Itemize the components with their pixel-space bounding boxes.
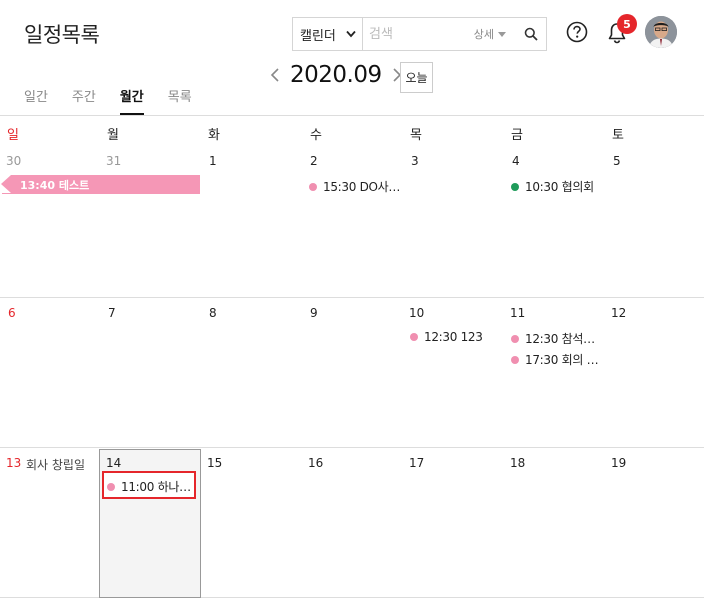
search-icon xyxy=(524,27,538,41)
event-label: 12:30 123 xyxy=(424,330,483,344)
multi-day-event-bar[interactable]: 13:40 테스트 xyxy=(1,175,200,194)
caret-down-icon xyxy=(498,31,506,37)
day-cell[interactable]: 12 xyxy=(605,298,704,447)
event-item[interactable]: 17:30 회의 … xyxy=(511,351,599,368)
day-cell[interactable]: 8 xyxy=(201,298,302,447)
day-number: 6 xyxy=(8,306,16,320)
event-label: 15:30 DO사… xyxy=(323,180,401,194)
detail-label: 상세 xyxy=(473,28,494,41)
chevron-down-icon xyxy=(346,30,356,38)
event-label: 11:00 하나… xyxy=(121,480,191,494)
day-cell[interactable]: 3 xyxy=(403,146,504,297)
day-cell[interactable]: 7 xyxy=(100,298,201,447)
event-color-dot xyxy=(309,182,317,191)
day-cell[interactable]: 4 xyxy=(504,146,605,297)
day-cell[interactable]: 5 xyxy=(605,146,704,297)
tab-daily[interactable]: 일간 xyxy=(24,86,48,115)
day-number: 17 xyxy=(409,456,425,470)
day-number: 4 xyxy=(512,154,520,168)
event-label: 12:30 참석… xyxy=(525,332,595,346)
notification-badge: 5 xyxy=(617,14,637,34)
day-cell[interactable]: 13 회사 창립일 xyxy=(0,448,100,597)
detail-search-button[interactable]: 상세 xyxy=(474,26,516,42)
user-photo-icon xyxy=(645,16,677,48)
weekday-tue: 화 xyxy=(208,128,220,143)
help-icon[interactable] xyxy=(566,21,588,43)
day-number: 13 xyxy=(6,456,22,470)
search-button[interactable] xyxy=(516,18,546,50)
day-number: 31 xyxy=(106,154,122,168)
day-cell[interactable]: 17 xyxy=(403,448,504,597)
event-label: 10:30 협의회 xyxy=(525,180,594,194)
event-color-dot xyxy=(511,182,519,191)
day-number: 10 xyxy=(409,306,425,320)
day-number: 30 xyxy=(6,154,22,168)
event-color-dot xyxy=(511,355,519,364)
current-month: 2020.09 xyxy=(290,62,382,88)
week-row-3: 13 회사 창립일 14 15 16 17 18 19 11:00 하나… xyxy=(0,448,704,598)
day-cell[interactable]: 18 xyxy=(504,448,605,597)
event-color-dot xyxy=(511,334,519,343)
day-number: 3 xyxy=(411,154,419,168)
weekday-wed: 수 xyxy=(310,128,322,143)
day-number: 7 xyxy=(108,306,116,320)
event-color-dot xyxy=(107,482,115,491)
day-number: 8 xyxy=(209,306,217,320)
tab-weekly[interactable]: 주간 xyxy=(72,86,96,115)
day-cell[interactable]: 6 xyxy=(0,298,100,447)
day-cell[interactable]: 31 xyxy=(100,146,201,297)
weekday-sun: 일 xyxy=(7,128,19,143)
holiday-label: 회사 창립일 xyxy=(26,458,86,472)
day-number: 18 xyxy=(510,456,526,470)
event-item[interactable]: 11:00 하나… xyxy=(107,478,191,495)
day-number: 14 xyxy=(106,456,122,470)
day-number: 16 xyxy=(308,456,324,470)
search-input[interactable] xyxy=(363,18,474,50)
day-number: 9 xyxy=(310,306,318,320)
week-row-2: 6 7 8 9 10 11 12 12:30 123 12:30 참석… 17:… xyxy=(0,298,704,448)
event-item[interactable]: 12:30 참석… xyxy=(511,330,595,347)
search-box: 캘린더 상세 xyxy=(292,17,547,51)
avatar[interactable] xyxy=(645,16,677,48)
tab-monthly[interactable]: 월간 xyxy=(119,86,144,115)
view-tabs: 일간 주간 월간 목록 xyxy=(24,86,216,115)
weekday-mon: 월 xyxy=(107,128,119,143)
chevron-left-icon xyxy=(270,68,279,82)
day-cell[interactable]: 15 xyxy=(201,448,302,597)
event-color-dot xyxy=(410,333,418,341)
search-scope-label: 캘린더 xyxy=(300,28,336,44)
day-cell[interactable]: 1 xyxy=(201,146,302,297)
day-cell[interactable]: 9 xyxy=(302,298,403,447)
weekday-fri: 금 xyxy=(511,128,523,143)
day-cell[interactable]: 11 xyxy=(504,298,605,447)
day-cell[interactable]: 2 xyxy=(302,146,403,297)
day-cell[interactable]: 10 xyxy=(403,298,504,447)
weekday-sat: 토 xyxy=(612,128,624,143)
week-row-1: 30 31 1 2 3 4 5 13:40 테스트 15:30 DO사… 10:… xyxy=(0,146,704,298)
today-button[interactable]: 오늘 xyxy=(400,62,433,93)
event-item[interactable]: 12:30 123 xyxy=(410,330,483,344)
day-number: 19 xyxy=(611,456,627,470)
weekday-header: 일 월 화 수 목 금 토 xyxy=(0,116,704,146)
month-navigator: 2020.09 xyxy=(268,62,404,88)
prev-month-button[interactable] xyxy=(268,65,282,85)
day-cell[interactable]: 19 xyxy=(605,448,704,597)
month-calendar: 일 월 화 수 목 금 토 30 31 1 2 3 4 5 13:40 테스트 … xyxy=(0,115,704,598)
search-scope-select[interactable]: 캘린더 xyxy=(293,18,363,50)
event-label: 13:40 테스트 xyxy=(20,178,90,192)
page-title: 일정목록 xyxy=(24,23,100,47)
day-cell[interactable]: 30 xyxy=(0,146,100,297)
weekday-thu: 목 xyxy=(410,128,422,143)
tab-list[interactable]: 목록 xyxy=(168,86,192,115)
event-label: 17:30 회의 … xyxy=(525,353,599,367)
day-number: 12 xyxy=(611,306,627,320)
day-number: 15 xyxy=(207,456,223,470)
day-number: 2 xyxy=(310,154,318,168)
day-number: 11 xyxy=(510,306,526,320)
day-number: 5 xyxy=(613,154,621,168)
day-cell[interactable]: 16 xyxy=(302,448,403,597)
event-item[interactable]: 10:30 협의회 xyxy=(511,178,594,195)
event-item[interactable]: 15:30 DO사… xyxy=(309,178,400,195)
day-number: 1 xyxy=(209,154,217,168)
